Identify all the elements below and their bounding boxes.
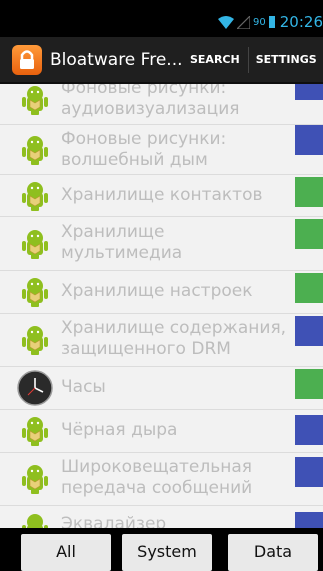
list-item[interactable]: Хранилище содержания, защищенного DRM xyxy=(0,314,323,367)
android-icon xyxy=(22,465,48,494)
action-bar: Bloatware Fre... SEARCH SETTINGS xyxy=(0,37,323,84)
list-item[interactable]: Хранилище контактов xyxy=(0,175,323,217)
list-item-label: Чёрная дыра xyxy=(61,420,178,440)
tab-system[interactable]: System xyxy=(122,534,212,571)
app-lock-icon[interactable] xyxy=(12,44,42,75)
list-item-label: Часы xyxy=(61,377,106,397)
search-button[interactable]: SEARCH xyxy=(190,37,240,82)
status-indicator xyxy=(295,273,323,303)
action-divider xyxy=(247,46,249,73)
list-item-label: Хранилище мультимедиа xyxy=(61,222,183,263)
list-item-label: Широковещательная передача сообщений xyxy=(61,457,253,498)
android-icon xyxy=(22,86,48,115)
list-item[interactable]: Фоновые рисунки: волшебный дым xyxy=(0,125,323,175)
status-indicator xyxy=(295,369,323,399)
status-indicators: 90 20:26 xyxy=(218,13,323,31)
list-item-label: Хранилище настроек xyxy=(61,281,253,301)
android-icon xyxy=(22,136,48,165)
status-indicator xyxy=(295,84,323,100)
list-item-label: Фоновые рисунки: волшебный дым xyxy=(61,129,227,170)
android-icon xyxy=(22,417,48,446)
app-list: Фоновые рисунки: аудиовизуализация Фонов… xyxy=(0,84,323,528)
list-item-label: Эквалайзер xyxy=(61,514,167,528)
tab-data[interactable]: Data xyxy=(228,534,318,571)
list-item-label: Хранилище контактов xyxy=(61,185,263,205)
battery-level: 90 xyxy=(253,16,266,28)
status-indicator xyxy=(295,316,323,346)
list-item[interactable]: Фоновые рисунки: аудиовизуализация xyxy=(0,84,323,125)
android-icon xyxy=(22,182,48,211)
android-icon xyxy=(22,230,48,259)
signal-icon xyxy=(237,15,251,29)
app-title: Bloatware Fre... xyxy=(50,49,183,70)
clock-icon xyxy=(17,370,53,406)
battery-icon xyxy=(268,16,275,28)
android-icon xyxy=(22,514,48,528)
status-indicator xyxy=(295,219,323,249)
filter-tabs: All System Data xyxy=(0,528,323,571)
list-item[interactable]: Чёрная дыра xyxy=(0,410,323,453)
status-indicator xyxy=(295,177,323,207)
android-icon xyxy=(22,326,48,355)
status-indicator xyxy=(295,415,323,445)
clock-time: 20:26 xyxy=(279,13,323,31)
list-item[interactable]: Широковещательная передача сообщений xyxy=(0,453,323,506)
status-indicator xyxy=(295,125,323,155)
list-item-label: Фоновые рисунки: аудиовизуализация xyxy=(61,84,240,119)
status-bar: 90 20:26 xyxy=(0,0,323,37)
list-item[interactable]: Часы xyxy=(0,367,323,410)
tab-all[interactable]: All xyxy=(21,534,111,571)
list-item[interactable]: Эквалайзер xyxy=(0,506,323,528)
list-item[interactable]: Хранилище мультимедиа xyxy=(0,217,323,271)
wifi-icon xyxy=(218,15,235,29)
status-indicator xyxy=(295,512,323,528)
list-item[interactable]: Хранилище настроек xyxy=(0,271,323,314)
settings-button[interactable]: SETTINGS xyxy=(256,37,317,82)
list-item-label: Хранилище содержания, защищенного DRM xyxy=(61,318,287,359)
android-icon xyxy=(22,278,48,307)
status-indicator xyxy=(295,457,323,487)
